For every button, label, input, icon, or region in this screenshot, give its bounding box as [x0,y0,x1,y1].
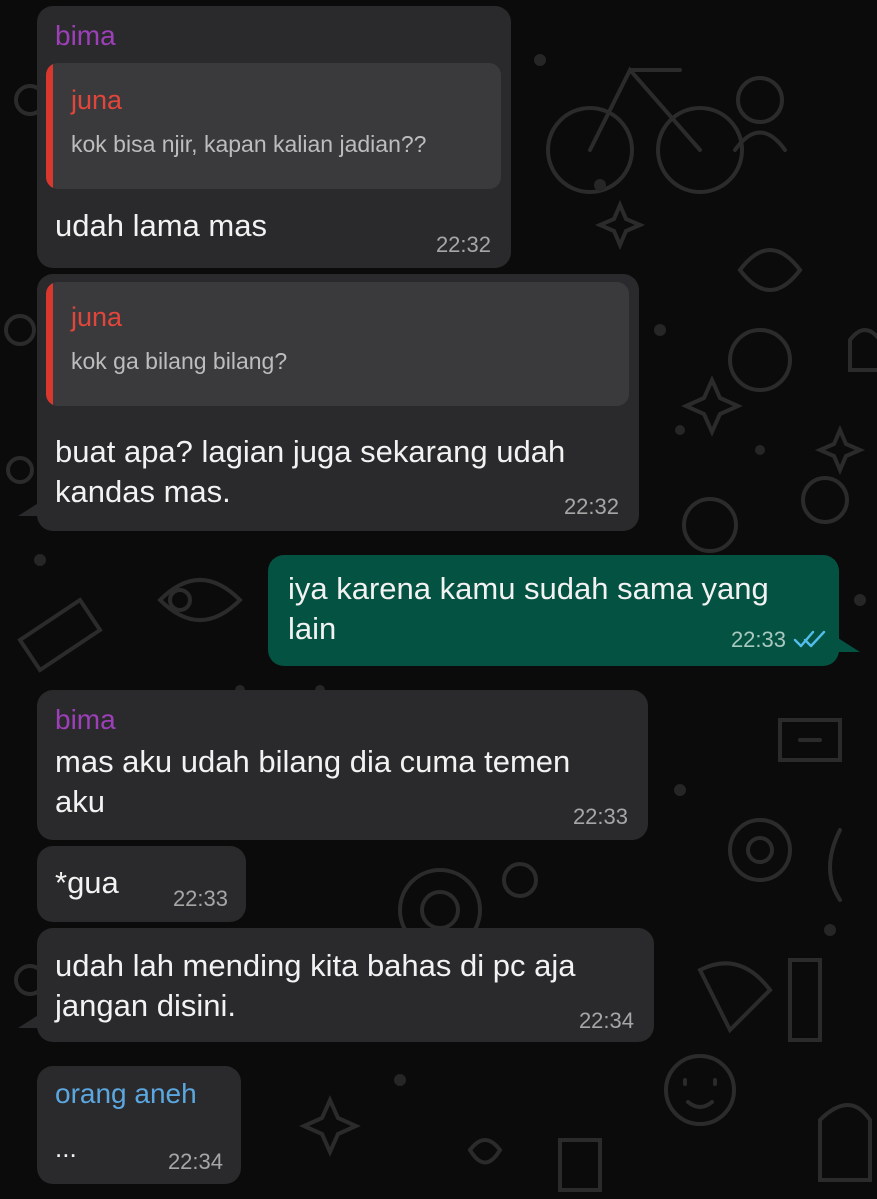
message-text: udah lama mas [55,208,267,243]
sender-name[interactable]: bima [55,20,116,52]
message-timestamp: 22:32 [563,494,619,519]
message-text: buat apa? lagian juga sekarang udah kand… [55,434,566,509]
quoted-message-text: kok ga bilang bilang? [71,348,288,374]
message-bubble[interactable]: bima mas aku udah bilang dia cuma temen … [37,690,648,840]
message-timestamp: 22:33 [572,804,628,829]
bubble-tail [838,638,860,652]
message-text: ... [55,1133,77,1163]
message-text: *gua [55,865,119,900]
quoted-reply[interactable]: juna kok ga bilang bilang? [46,282,629,406]
message-timestamp: 22:33 [172,886,228,911]
bubble-tail [18,502,40,516]
message-text: iya karena kamu sudah sama yang lain [288,571,769,646]
message-bubble-outgoing[interactable]: iya karena kamu sudah sama yang lain 22:… [268,555,839,666]
message-bubble[interactable]: bima juna kok bisa njir, kapan kalian ja… [37,6,511,268]
quoted-message-text: kok bisa njir, kapan kalian jadian?? [71,131,427,157]
message-text: mas aku udah bilang dia cuma temen aku [55,744,571,819]
quote-accent-bar [46,63,53,189]
quoted-sender-name: juna [71,85,123,115]
sender-name[interactable]: orang aneh [55,1078,197,1110]
bubble-tail [18,1014,40,1028]
sender-name[interactable]: bima [55,704,116,736]
message-bubble[interactable]: udah lah mending kita bahas di pc aja ja… [37,928,654,1042]
message-bubble[interactable]: *gua 22:33 [37,846,246,922]
message-timestamp: 22:32 [435,232,491,257]
message-timestamp: 22:34 [167,1149,223,1174]
quoted-reply[interactable]: juna kok bisa njir, kapan kalian jadian?… [46,63,501,189]
message-timestamp: 22:33 [730,627,786,652]
message-text: udah lah mending kita bahas di pc aja ja… [55,948,576,1023]
quoted-sender-name: juna [71,302,123,332]
message-bubble[interactable]: juna kok ga bilang bilang? buat apa? lag… [37,274,639,531]
quote-accent-bar [46,282,53,406]
message-timestamp: 22:34 [578,1008,634,1033]
message-bubble[interactable]: orang aneh ... 22:34 [37,1066,241,1184]
double-check-read-icon [793,630,826,648]
